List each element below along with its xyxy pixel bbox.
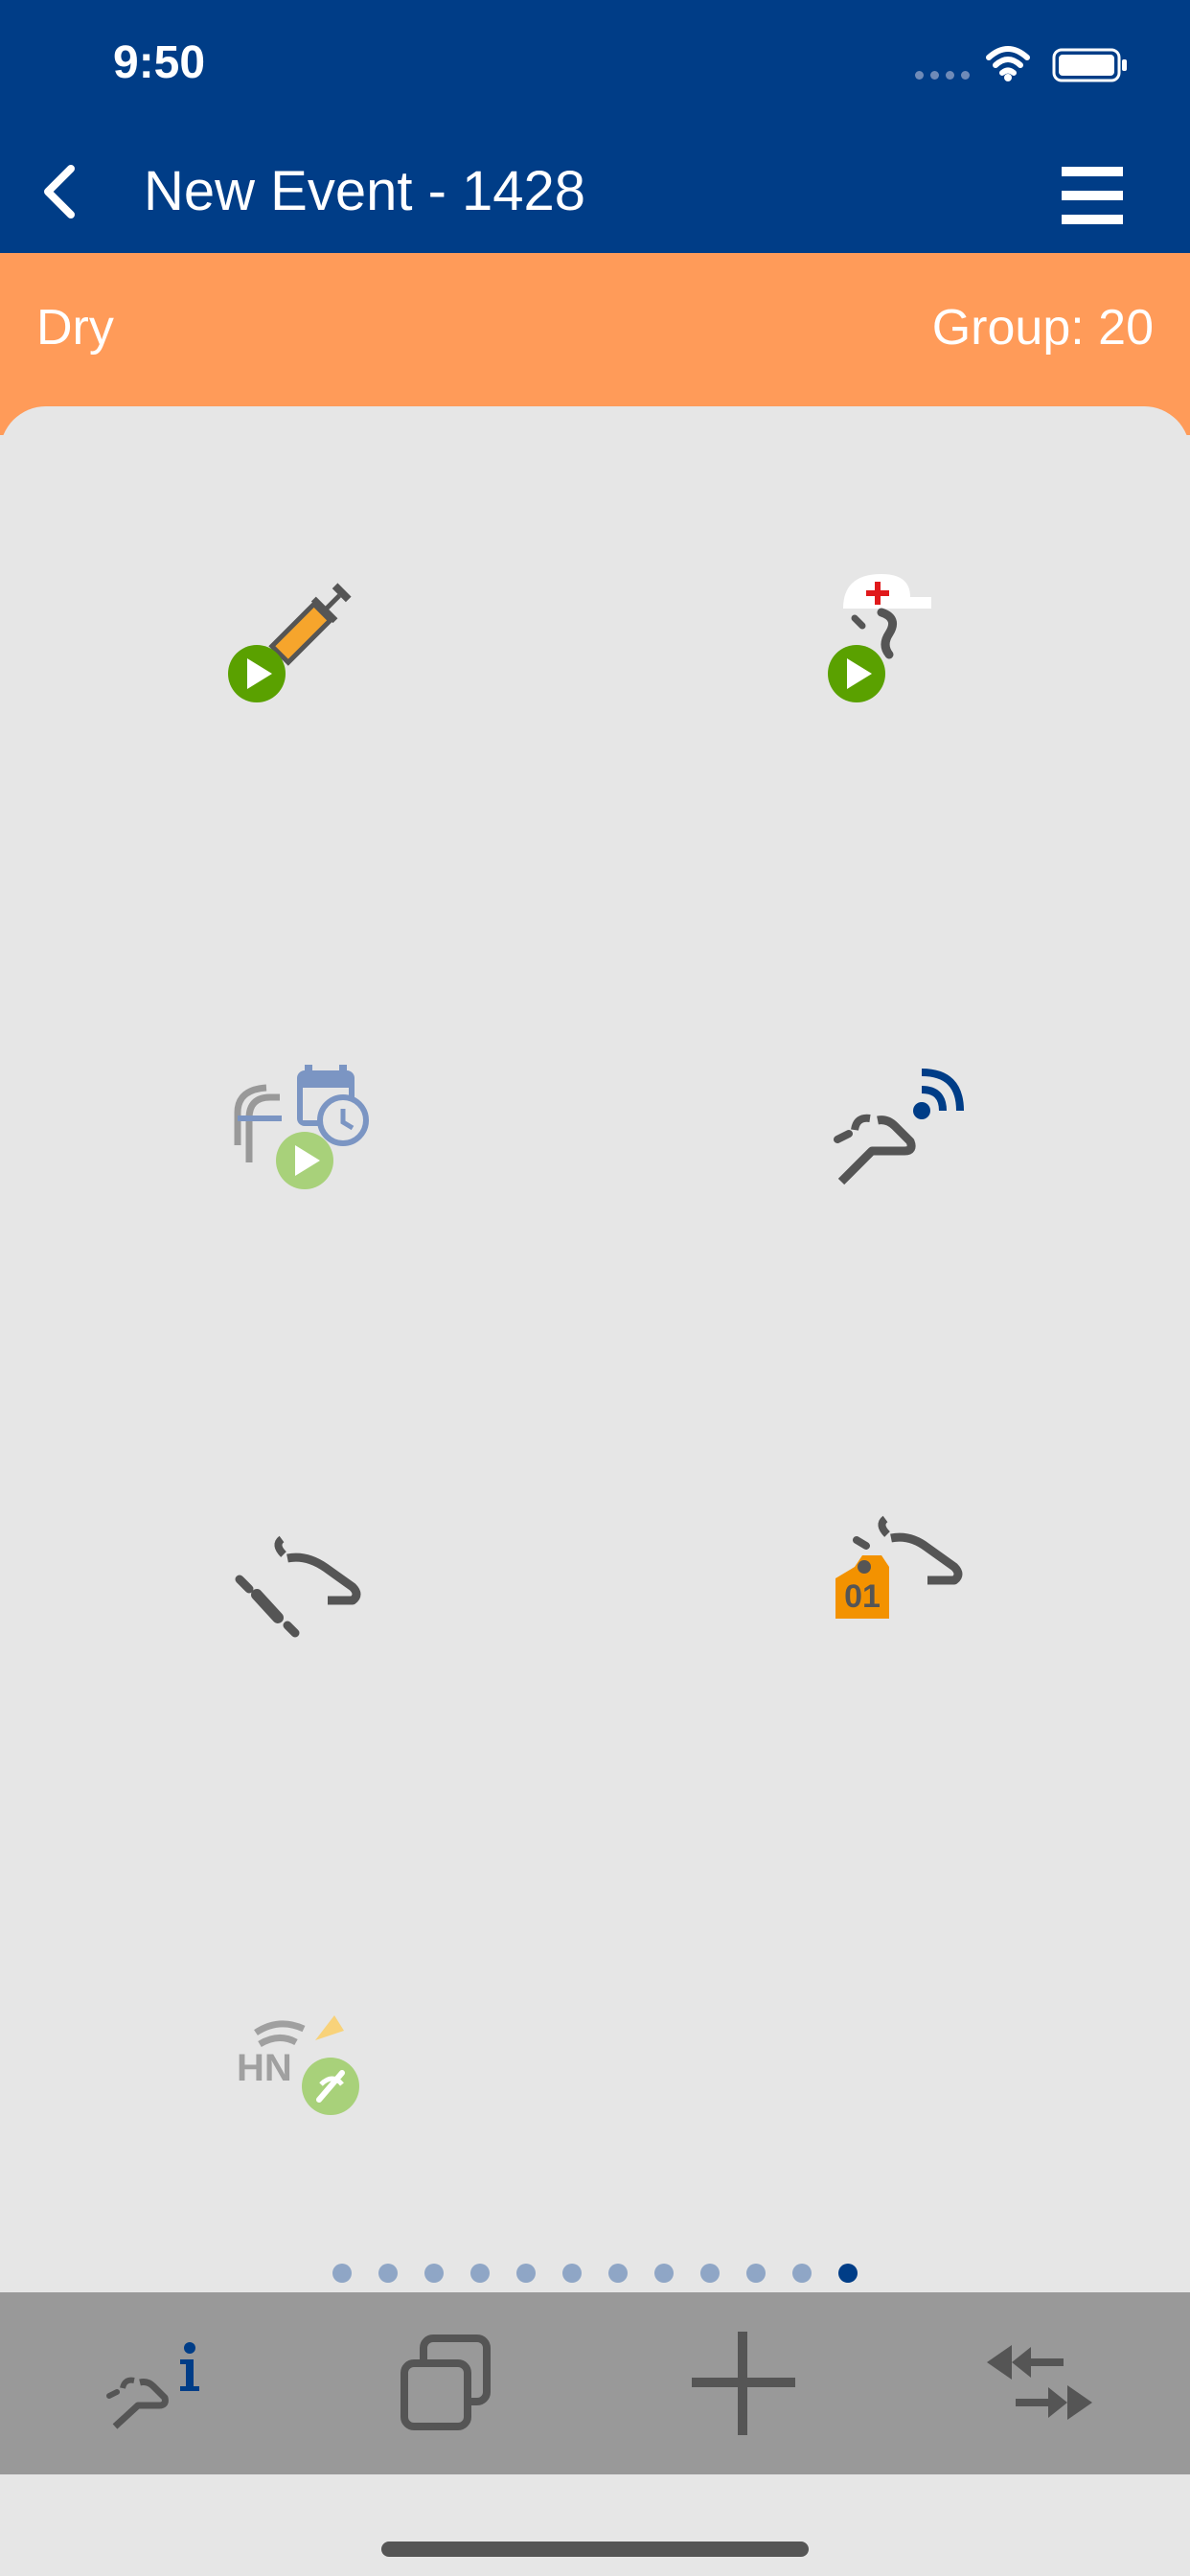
page-dot[interactable] xyxy=(516,2264,536,2283)
cow-info-button[interactable] xyxy=(86,2321,220,2446)
event-tile-treatment[interactable] xyxy=(153,522,441,752)
page-dot[interactable] xyxy=(838,2264,858,2283)
cow-ear-tag-icon: 01 xyxy=(835,1515,963,1619)
page-dot[interactable] xyxy=(792,2264,812,2283)
animal-status: Dry xyxy=(36,300,114,356)
page-dot[interactable] xyxy=(654,2264,674,2283)
add-button[interactable] xyxy=(676,2321,811,2446)
vet-check-start-icon xyxy=(828,574,931,702)
menu-button[interactable] xyxy=(1054,157,1131,234)
status-time: 9:50 xyxy=(113,37,206,88)
swap-button[interactable] xyxy=(973,2321,1107,2446)
cow-sensor-icon xyxy=(834,1069,964,1185)
page-dot[interactable] xyxy=(746,2264,766,2283)
home-indicator[interactable] xyxy=(381,2542,809,2557)
page-dot[interactable] xyxy=(608,2264,628,2283)
home-zone xyxy=(0,2474,1190,2576)
signal-dots-icon xyxy=(915,71,970,80)
page-dot[interactable] xyxy=(378,2264,398,2283)
nav-bar: New Event - 1428 xyxy=(0,134,1190,253)
copy-icon xyxy=(400,2334,491,2430)
swap-arrows-icon xyxy=(987,2345,1092,2420)
back-button[interactable] xyxy=(29,153,105,230)
page-dot[interactable] xyxy=(700,2264,720,2283)
cow-info-icon xyxy=(106,2342,199,2429)
syringe-start-icon xyxy=(228,583,352,702)
wifi-icon xyxy=(986,46,1030,81)
event-tile-scheduled-treatment[interactable] xyxy=(153,1001,441,1231)
chevron-left-icon xyxy=(44,165,75,218)
event-tile-cow-sensor[interactable] xyxy=(747,1001,1035,1231)
page-dot[interactable] xyxy=(470,2264,490,2283)
battery-icon xyxy=(1052,48,1127,82)
hamburger-menu-icon xyxy=(1062,167,1123,224)
scheduled-treatment-start-icon xyxy=(234,1065,369,1189)
event-tile-cow-removal[interactable] xyxy=(153,1466,441,1696)
hn-tag-icon: HN xyxy=(237,2015,359,2115)
event-tile-hn-tag[interactable]: HN xyxy=(153,1941,441,2171)
animal-group: Group: 20 xyxy=(931,300,1154,356)
hn-label: HN xyxy=(237,2047,292,2089)
event-tile-vet-check[interactable] xyxy=(747,522,1035,752)
event-tile-ear-tag[interactable]: 01 xyxy=(747,1466,1035,1696)
page-dot[interactable] xyxy=(332,2264,352,2283)
page-title: New Event - 1428 xyxy=(144,160,586,222)
status-bar: 9:50 xyxy=(0,0,1190,134)
cow-remove-icon xyxy=(235,1535,361,1638)
page-dot[interactable] xyxy=(424,2264,444,2283)
copy-button[interactable] xyxy=(378,2321,513,2446)
add-icon xyxy=(692,2332,795,2435)
page-indicator[interactable] xyxy=(0,2264,1190,2283)
ear-tag-number: 01 xyxy=(844,1578,881,1615)
page-dot[interactable] xyxy=(562,2264,582,2283)
bottom-toolbar xyxy=(0,2292,1190,2474)
